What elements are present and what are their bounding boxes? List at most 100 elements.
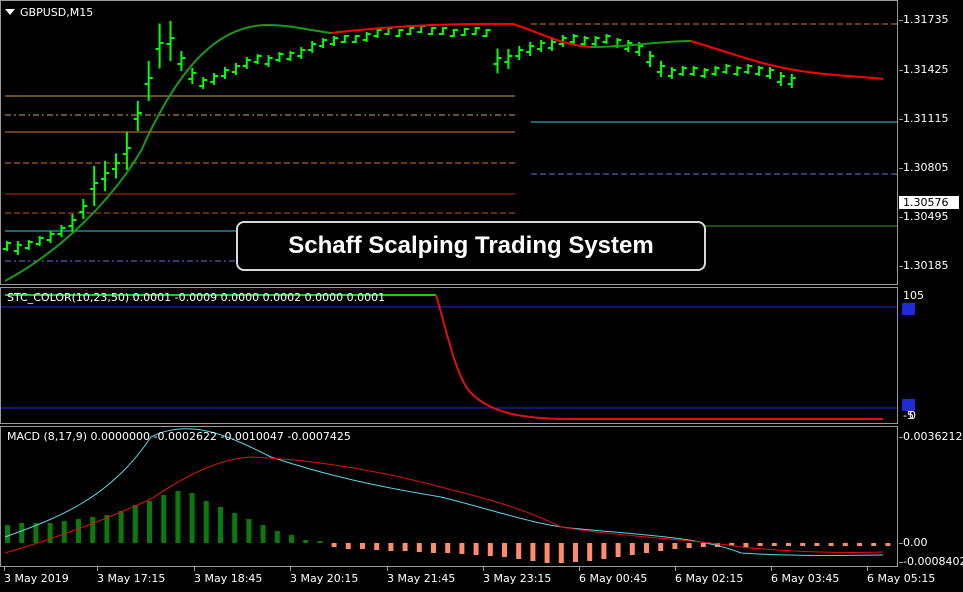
macd-histogram-bar	[189, 493, 195, 543]
macd-histogram-bar	[686, 543, 692, 548]
price-label: 1.31735	[903, 13, 949, 26]
macd-histogram-bar	[487, 543, 493, 556]
macd-histogram-bar	[218, 507, 223, 543]
macd-histogram-bar	[700, 543, 706, 547]
current-price-marker: 1.30576	[899, 196, 959, 209]
price-label: 1.30495	[903, 210, 949, 223]
macd-histogram-bar	[260, 525, 266, 543]
price-scale[interactable]: 1.31735 1.31425 1.31115 1.30805 1.30495 …	[899, 0, 963, 285]
macd-scale-label: 0.0036212	[903, 430, 963, 443]
macd-histogram-bar	[842, 543, 848, 546]
macd-histogram-bar	[558, 543, 564, 563]
macd-histogram-bar	[658, 543, 664, 551]
symbol-title[interactable]: GBPUSD,M15	[5, 6, 93, 19]
macd-histogram-bar	[402, 543, 408, 551]
time-label: 6 May 03:45	[771, 572, 840, 585]
stc-indicator-canvas[interactable]	[1, 288, 898, 424]
macd-histogram-bar	[289, 535, 294, 543]
price-chart-pane[interactable]: GBPUSD,M15 Schaff Scalping Trading Syste…	[0, 0, 898, 285]
stc-level-marker	[902, 303, 915, 315]
macd-histogram-bar	[274, 531, 280, 543]
time-tick	[867, 567, 868, 571]
macd-histogram-bar	[871, 543, 877, 546]
macd-indicator-pane[interactable]: MACD (8,17,9) 0.0000000 -0.0002622 -0.00…	[0, 426, 898, 567]
macd-histogram-bar	[771, 543, 777, 546]
price-label: 1.30805	[903, 161, 949, 174]
macd-histogram-bar	[786, 543, 791, 546]
macd-histogram-bar	[374, 543, 380, 550]
time-tick	[290, 567, 291, 571]
macd-histogram-bar	[360, 543, 365, 549]
macd-histogram-bar	[132, 505, 138, 543]
macd-histogram-bar	[147, 501, 152, 543]
time-axis[interactable]: 3 May 2019 3 May 17:15 3 May 18:45 3 May…	[0, 567, 963, 592]
macd-histogram-bar	[629, 543, 635, 555]
time-tick	[97, 567, 98, 571]
title-banner: Schaff Scalping Trading System	[236, 221, 706, 271]
time-tick	[675, 567, 676, 571]
macd-histogram-bar	[516, 543, 522, 559]
macd-histogram-bar	[743, 543, 749, 547]
time-label: 3 May 17:15	[97, 572, 166, 585]
macd-histogram-bar	[175, 491, 181, 543]
stc-scale[interactable]: 105 -5 0	[899, 287, 963, 424]
macd-histogram-bar	[502, 543, 507, 557]
macd-indicator-canvas[interactable]	[1, 427, 898, 567]
time-label: 3 May 18:45	[194, 572, 263, 585]
time-tick	[4, 567, 5, 571]
macd-histogram-bar	[303, 540, 309, 543]
macd-histogram-bar	[118, 511, 124, 543]
time-tick	[483, 567, 484, 571]
macd-histogram-bar	[857, 543, 862, 546]
macd-histogram-bar	[800, 543, 806, 546]
macd-histogram-bar	[644, 543, 649, 553]
dropdown-triangle-icon[interactable]	[5, 9, 15, 15]
macd-histogram-bar	[530, 543, 536, 561]
symbol-label: GBPUSD,M15	[20, 6, 94, 19]
time-label: 6 May 00:45	[579, 572, 648, 585]
macd-histogram-bar	[5, 525, 10, 543]
time-tick	[579, 567, 580, 571]
macd-histogram-bar	[317, 541, 323, 543]
macd-histogram-bar	[587, 543, 593, 561]
macd-histogram-bar	[246, 519, 252, 543]
time-tick	[771, 567, 772, 571]
stc-indicator-label: STC_COLOR(10,23,50) 0.0001 -0.0009 0.000…	[7, 291, 386, 304]
ma-line-down	[690, 40, 884, 80]
stc-line-down	[435, 294, 883, 420]
macd-histogram-bar	[601, 543, 607, 559]
macd-histogram-bar	[828, 543, 834, 546]
macd-scale[interactable]: 0.0036212 0.00 -0.0008402	[899, 426, 963, 568]
macd-indicator-label: MACD (8,17,9) 0.0000000 -0.0002622 -0.00…	[7, 430, 351, 443]
time-label: 6 May 05:15	[867, 572, 936, 585]
price-label: 1.31425	[903, 63, 949, 76]
macd-histogram-bar	[615, 543, 621, 557]
time-label: 3 May 20:15	[290, 572, 359, 585]
time-tick	[194, 567, 195, 571]
macd-histogram-bar	[445, 543, 451, 553]
time-label: 3 May 2019	[4, 572, 69, 585]
stc-scale-zero: 0	[909, 409, 916, 422]
time-label: 6 May 02:15	[675, 572, 744, 585]
macd-histogram-bar	[90, 517, 96, 543]
macd-histogram-bar	[416, 543, 422, 552]
stc-scale-top: 105	[903, 289, 924, 302]
time-label: 3 May 23:15	[483, 572, 552, 585]
macd-histogram-bar	[76, 519, 81, 543]
stc-indicator-pane[interactable]: STC_COLOR(10,23,50) 0.0001 -0.0009 0.000…	[0, 287, 898, 424]
macd-histogram-bar	[161, 495, 167, 543]
macd-histogram-bar	[473, 543, 479, 555]
price-label: 1.30185	[903, 259, 949, 272]
macd-histogram-bar	[431, 543, 436, 553]
macd-histogram-bar	[885, 543, 891, 546]
price-label: 1.31115	[903, 112, 949, 125]
macd-histogram-bar	[573, 543, 578, 562]
macd-histogram-bar	[345, 543, 351, 549]
macd-histogram-bar	[544, 543, 550, 563]
macd-histogram-bar	[104, 515, 110, 543]
macd-histogram-bar	[814, 543, 820, 546]
macd-histogram-bar	[672, 543, 678, 549]
time-tick	[387, 567, 388, 571]
macd-histogram-bar	[61, 521, 67, 543]
macd-histogram-bar	[232, 513, 238, 543]
